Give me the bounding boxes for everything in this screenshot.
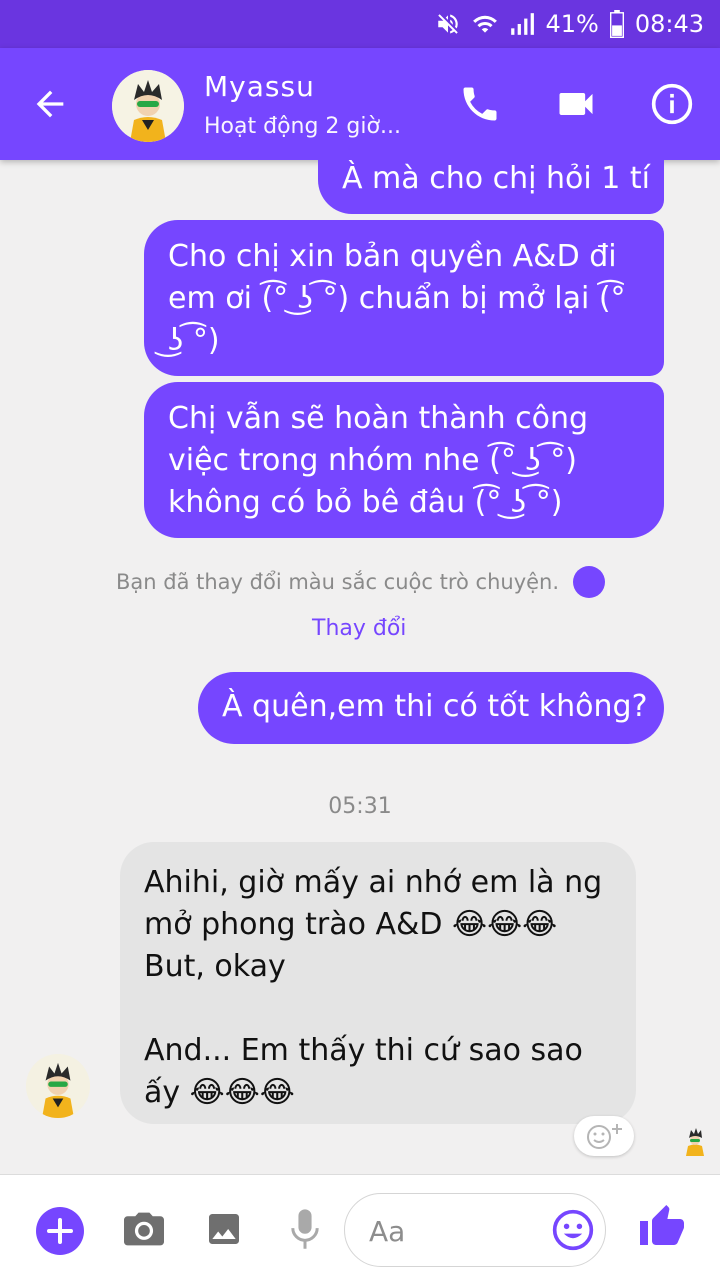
- camera-button[interactable]: [122, 1209, 166, 1253]
- video-camera-icon: [559, 93, 593, 115]
- battery-percent: 41%: [545, 10, 599, 38]
- status-bar: 41% 08:43: [0, 0, 720, 48]
- message-bubble-outgoing[interactable]: À quên,em thi có tốt không?: [198, 672, 664, 744]
- more-actions-button[interactable]: [36, 1207, 84, 1255]
- smiley-icon: [552, 1209, 594, 1251]
- contact-status: Hoạt động 2 giờ...: [204, 114, 401, 139]
- battery-icon: [609, 10, 625, 38]
- message-input[interactable]: [367, 1208, 531, 1254]
- signal-icon: [509, 11, 535, 37]
- theme-color-swatch: [573, 566, 606, 598]
- color-change-text: Bạn đã thay đổi màu sắc cuộc trò chuyện.: [116, 570, 560, 594]
- info-icon: [651, 83, 693, 125]
- clock: 08:43: [634, 10, 704, 38]
- avatar-image: [112, 70, 184, 142]
- call-button[interactable]: [458, 82, 502, 126]
- thumbs-up-icon: [640, 1205, 684, 1245]
- arrow-left-icon: [36, 90, 64, 118]
- thumbs-up-button[interactable]: [638, 1203, 686, 1255]
- gallery-button[interactable]: [204, 1209, 244, 1253]
- smiley-plus-icon: [587, 1124, 622, 1149]
- message-bubble-outgoing[interactable]: Cho chị xin bản quyền A&D đi em ơi (͡° ͜…: [144, 220, 664, 376]
- sender-avatar[interactable]: [26, 1054, 90, 1118]
- wifi-icon: [471, 11, 499, 37]
- image-icon: [209, 1214, 239, 1244]
- plus-icon: [47, 1218, 73, 1244]
- contact-name[interactable]: Myassu: [204, 70, 315, 103]
- change-color-link[interactable]: Thay đổi: [312, 616, 406, 641]
- seen-indicator-avatar: [682, 1126, 708, 1156]
- avatar-image: [26, 1054, 90, 1118]
- contact-avatar[interactable]: [112, 70, 184, 142]
- color-change-notice: Bạn đã thay đổi màu sắc cuộc trò chuyện.: [116, 566, 606, 598]
- mute-icon: [435, 11, 461, 37]
- video-call-button[interactable]: [554, 82, 598, 126]
- avatar-image: [686, 1128, 704, 1156]
- message-field: [344, 1193, 606, 1267]
- camera-icon: [124, 1212, 164, 1246]
- voice-button[interactable]: [290, 1207, 320, 1257]
- emoji-button[interactable]: [551, 1208, 595, 1256]
- phone-icon: [463, 87, 497, 121]
- message-bubble-incoming[interactable]: Ahihi, giờ mấy ai nhớ em là ng mở phong …: [120, 842, 636, 1124]
- message-bubble-outgoing[interactable]: À mà cho chị hỏi 1 tí: [318, 146, 664, 214]
- add-reaction-button[interactable]: [574, 1116, 634, 1156]
- info-button[interactable]: [650, 82, 694, 126]
- composer-bar: [0, 1174, 720, 1281]
- back-button[interactable]: [30, 84, 78, 128]
- microphone-icon: [291, 1209, 319, 1249]
- message-timestamp: 05:31: [328, 794, 392, 819]
- message-bubble-outgoing[interactable]: Chị vẫn sẽ hoàn thành công việc trong nh…: [144, 382, 664, 538]
- conversation-header: Myassu Hoạt động 2 giờ...: [0, 48, 720, 160]
